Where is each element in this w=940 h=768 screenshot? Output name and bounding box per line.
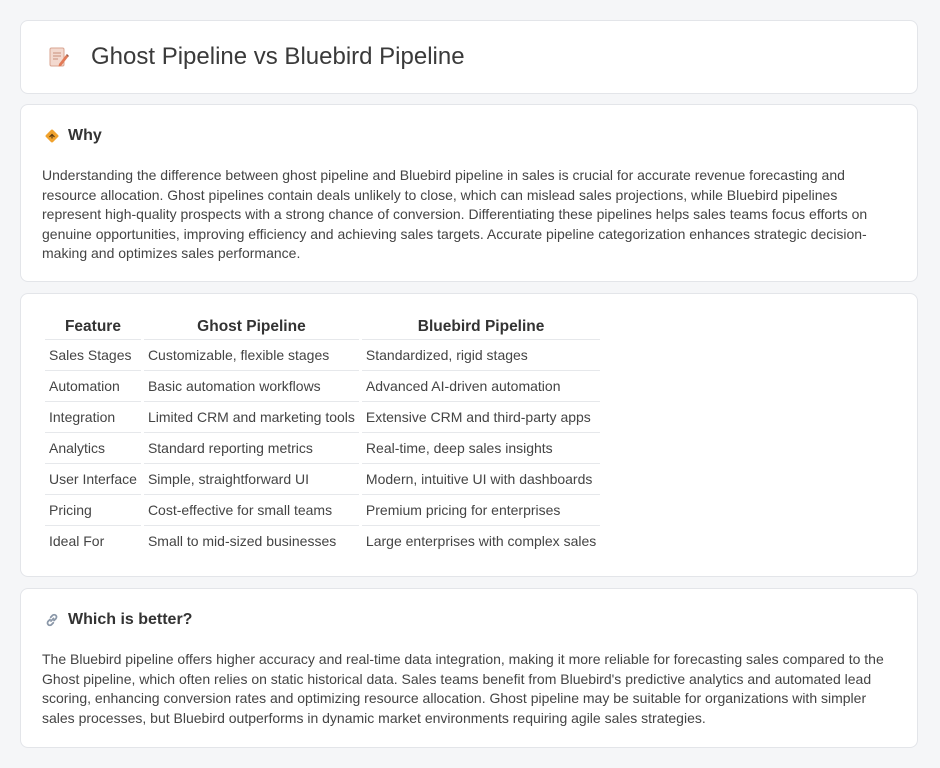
cell-bluebird: Standardized, rigid stages (361, 339, 601, 370)
diamond-sign-icon (43, 127, 61, 145)
link-icon (43, 611, 61, 629)
cell-bluebird: Large enterprises with complex sales (361, 525, 601, 556)
table-row: User Interface Simple, straightforward U… (45, 463, 601, 494)
cell-bluebird: Advanced AI-driven automation (361, 370, 601, 401)
cell-bluebird: Real-time, deep sales insights (361, 432, 601, 463)
header-bluebird: Bluebird Pipeline (417, 318, 545, 335)
cell-feature: Ideal For (45, 525, 141, 556)
table-row: Automation Basic automation workflows Ad… (45, 370, 601, 401)
cell-feature: Pricing (45, 494, 141, 525)
table-row: Ideal For Small to mid-sized businesses … (45, 525, 601, 556)
cell-ghost: Standard reporting metrics (143, 432, 359, 463)
cell-feature: User Interface (45, 463, 141, 494)
table-row: Pricing Cost-effective for small teams P… (45, 494, 601, 525)
cell-ghost: Limited CRM and marketing tools (143, 401, 359, 432)
page-title: Ghost Pipeline vs Bluebird Pipeline (91, 43, 465, 70)
why-paragraph: Understanding the difference between gho… (42, 167, 868, 261)
cell-ghost: Cost-effective for small teams (143, 494, 359, 525)
better-heading: Which is better? (68, 611, 193, 628)
better-card: Which is better? The Bluebird pipeline o… (20, 588, 918, 748)
cell-feature: Analytics (45, 432, 141, 463)
title-card: Ghost Pipeline vs Bluebird Pipeline (20, 20, 918, 94)
cell-feature: Sales Stages (45, 339, 141, 370)
table-row: Sales Stages Customizable, flexible stag… (45, 339, 601, 370)
cell-ghost: Customizable, flexible stages (143, 339, 359, 370)
cell-ghost: Basic automation workflows (143, 370, 359, 401)
cell-feature: Integration (45, 401, 141, 432)
header-feature: Feature (64, 318, 121, 335)
why-card: Why Understanding the difference between… (20, 104, 918, 282)
cell-bluebird: Modern, intuitive UI with dashboards (361, 463, 601, 494)
comparison-table: Feature Ghost Pipeline Bluebird Pipeline… (42, 316, 603, 556)
header-ghost: Ghost Pipeline (197, 318, 306, 335)
table-header-row: Feature Ghost Pipeline Bluebird Pipeline (45, 316, 600, 339)
cell-ghost: Simple, straightforward UI (143, 463, 359, 494)
cell-ghost: Small to mid-sized businesses (143, 525, 359, 556)
comparison-card: Feature Ghost Pipeline Bluebird Pipeline… (20, 293, 918, 577)
cell-feature: Automation (45, 370, 141, 401)
why-heading: Why (68, 127, 102, 144)
cell-bluebird: Premium pricing for enterprises (361, 494, 601, 525)
table-row: Integration Limited CRM and marketing to… (45, 401, 601, 432)
table-row: Analytics Standard reporting metrics Rea… (45, 432, 601, 463)
cell-bluebird: Extensive CRM and third-party apps (361, 401, 601, 432)
document-pencil-icon (47, 44, 69, 70)
better-paragraph: The Bluebird pipeline offers higher accu… (42, 651, 884, 726)
